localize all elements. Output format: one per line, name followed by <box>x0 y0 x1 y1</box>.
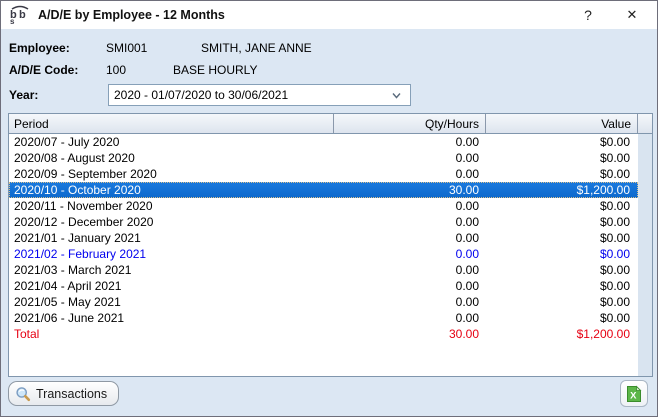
footer: Transactions X <box>1 374 657 416</box>
svg-text:b: b <box>19 9 26 21</box>
period-cell: 2020/10 - October 2020 <box>9 183 334 197</box>
table-row[interactable]: 2021/06 - June 2021 0.00 $0.00 <box>9 310 638 326</box>
value-cell: $0.00 <box>486 167 638 181</box>
period-cell: 2021/01 - January 2021 <box>9 231 334 245</box>
period-cell: 2021/02 - February 2021 <box>9 247 334 261</box>
qty-hours-cell: 0.00 <box>334 151 486 165</box>
total-value: $1,200.00 <box>486 327 638 341</box>
value-cell: $0.00 <box>486 279 638 293</box>
transactions-button-label: Transactions <box>36 387 107 401</box>
help-button[interactable]: ? <box>573 3 603 27</box>
period-cell: 2020/09 - September 2020 <box>9 167 334 181</box>
svg-text:s: s <box>10 17 15 25</box>
table-rows: 2020/07 - July 2020 0.00 $0.00 2020/08 -… <box>9 134 638 342</box>
value-cell: $0.00 <box>486 135 638 149</box>
ade-description: BASE HOURLY <box>173 63 257 77</box>
year-select[interactable]: 2020 - 01/07/2020 to 30/06/2021 <box>108 84 411 106</box>
year-label: Year: <box>9 88 108 102</box>
table-row[interactable]: 2020/10 - October 2020 30.00 $1,200.00 <box>9 182 638 198</box>
value-cell: $0.00 <box>486 215 638 229</box>
title-bar[interactable]: b b s A/D/E by Employee - 12 Months ? ✕ <box>1 1 657 29</box>
qty-hours-cell: 0.00 <box>334 263 486 277</box>
value-cell: $0.00 <box>486 311 638 325</box>
period-cell: 2020/11 - November 2020 <box>9 199 334 213</box>
employee-code: SMI001 <box>106 41 201 55</box>
period-table: Period Qty/Hours Value 2020/07 - July 20… <box>8 113 653 377</box>
value-cell: $0.00 <box>486 231 638 245</box>
table-row[interactable]: 2021/04 - April 2021 0.00 $0.00 <box>9 278 638 294</box>
period-cell: 2021/06 - June 2021 <box>9 311 334 325</box>
period-cell: 2020/08 - August 2020 <box>9 151 334 165</box>
qty-hours-cell: 0.00 <box>334 215 486 229</box>
value-cell: $0.00 <box>486 263 638 277</box>
transactions-button[interactable]: Transactions <box>8 381 119 406</box>
table-row[interactable]: 2020/12 - December 2020 0.00 $0.00 <box>9 214 638 230</box>
chevron-down-icon <box>392 91 401 100</box>
ade-code-row: A/D/E Code: 100 BASE HOURLY <box>9 59 649 81</box>
employee-label: Employee: <box>9 41 106 55</box>
scrollbar-track[interactable] <box>638 114 652 376</box>
period-cell: 2020/07 - July 2020 <box>9 135 334 149</box>
magnifier-icon <box>15 386 31 402</box>
window-title: A/D/E by Employee - 12 Months <box>38 8 573 22</box>
table-row[interactable]: 2020/11 - November 2020 0.00 $0.00 <box>9 198 638 214</box>
table-row[interactable]: 2020/08 - August 2020 0.00 $0.00 <box>9 150 638 166</box>
total-label: Total <box>9 327 334 341</box>
period-cell: 2020/12 - December 2020 <box>9 215 334 229</box>
table-row[interactable]: 2021/05 - May 2021 0.00 $0.00 <box>9 294 638 310</box>
table-row[interactable]: 2021/02 - February 2021 0.00 $0.00 <box>9 246 638 262</box>
svg-text:X: X <box>630 390 637 401</box>
column-header-value[interactable]: Value <box>486 114 638 133</box>
value-cell: $0.00 <box>486 295 638 309</box>
period-cell: 2021/03 - March 2021 <box>9 263 334 277</box>
qty-hours-cell: 0.00 <box>334 279 486 293</box>
total-row: Total 30.00 $1,200.00 <box>9 326 638 342</box>
dialog-window: b b s A/D/E by Employee - 12 Months ? ✕ … <box>0 0 658 417</box>
ade-code: 100 <box>106 63 173 77</box>
qty-hours-cell: 0.00 <box>334 167 486 181</box>
column-header-period[interactable]: Period <box>9 114 334 133</box>
table-row[interactable]: 2020/07 - July 2020 0.00 $0.00 <box>9 134 638 150</box>
employee-row: Employee: SMI001 SMITH, JANE ANNE <box>9 37 649 59</box>
value-cell: $0.00 <box>486 151 638 165</box>
value-cell: $1,200.00 <box>486 183 638 197</box>
qty-hours-cell: 0.00 <box>334 135 486 149</box>
period-cell: 2021/05 - May 2021 <box>9 295 334 309</box>
table-row[interactable]: 2021/01 - January 2021 0.00 $0.00 <box>9 230 638 246</box>
excel-export-icon: X <box>626 385 642 403</box>
ade-code-label: A/D/E Code: <box>9 63 106 77</box>
qty-hours-cell: 0.00 <box>334 231 486 245</box>
qty-hours-cell: 0.00 <box>334 295 486 309</box>
year-select-value: 2020 - 01/07/2020 to 30/06/2021 <box>114 88 392 102</box>
period-cell: 2021/04 - April 2021 <box>9 279 334 293</box>
qty-hours-cell: 30.00 <box>334 183 486 197</box>
scrollbar-corner <box>638 114 652 134</box>
table-row[interactable]: 2021/03 - March 2021 0.00 $0.00 <box>9 262 638 278</box>
total-qty-hours: 30.00 <box>334 327 486 341</box>
year-row: Year: 2020 - 01/07/2020 to 30/06/2021 <box>9 83 649 107</box>
value-cell: $0.00 <box>486 247 638 261</box>
table-header: Period Qty/Hours Value <box>9 114 652 134</box>
app-logo-icon: b b s <box>8 5 32 25</box>
qty-hours-cell: 0.00 <box>334 311 486 325</box>
table-row[interactable]: 2020/09 - September 2020 0.00 $0.00 <box>9 166 638 182</box>
employee-name: SMITH, JANE ANNE <box>201 41 312 55</box>
value-cell: $0.00 <box>486 199 638 213</box>
export-excel-button[interactable]: X <box>620 380 648 407</box>
qty-hours-cell: 0.00 <box>334 199 486 213</box>
column-header-qty-hours[interactable]: Qty/Hours <box>334 114 486 133</box>
qty-hours-cell: 0.00 <box>334 247 486 261</box>
info-panel: Employee: SMI001 SMITH, JANE ANNE A/D/E … <box>1 29 657 107</box>
close-button[interactable]: ✕ <box>617 3 647 27</box>
